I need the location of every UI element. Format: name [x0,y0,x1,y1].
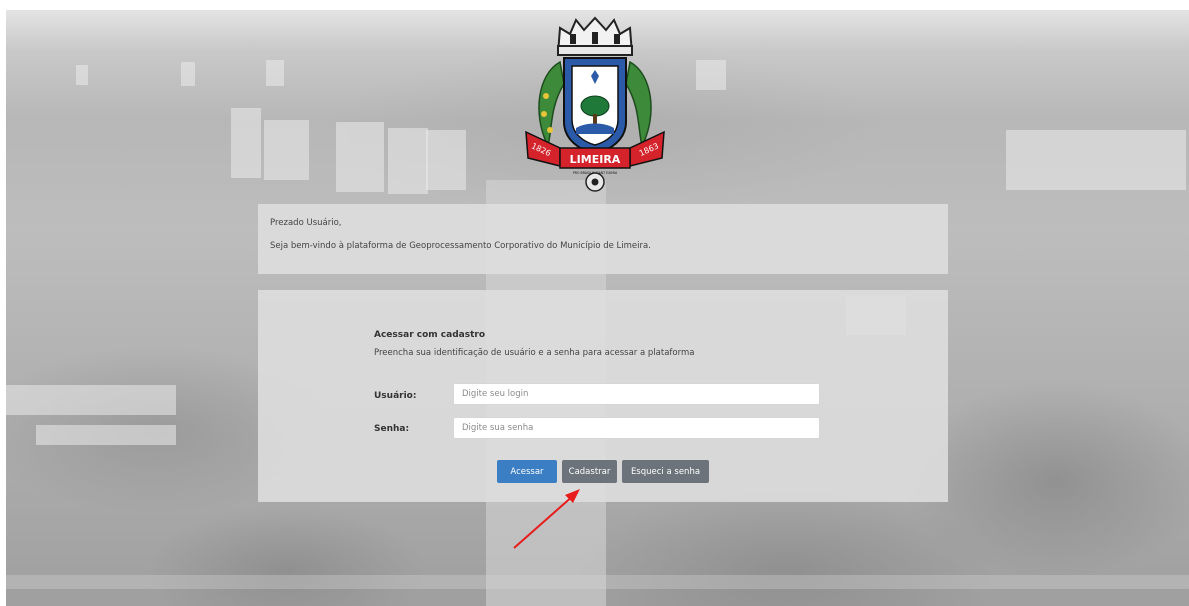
login-panel: Acessar com cadastro Preencha sua identi… [258,290,948,502]
annotation-arrow-icon [513,489,580,549]
crown-icon [556,16,634,56]
welcome-panel: Prezado Usuário, Seja bem-vindo à plataf… [258,204,948,274]
limeira-coat-of-arms-logo: LIMEIRA 1826 1863 PRO BRASILIA FIANT EXI… [525,16,665,192]
welcome-greeting: Prezado Usuário, [270,218,342,228]
username-label: Usuário: [374,391,417,401]
login-title: Acessar com cadastro [374,330,485,340]
password-label: Senha: [374,424,410,434]
register-button[interactable]: Cadastrar [562,460,617,483]
welcome-message: Seja bem-vindo à plataforma de Geoproces… [270,241,651,251]
password-input[interactable] [453,417,820,439]
forgot-password-button[interactable]: Esqueci a senha [622,460,709,483]
shield-icon [563,57,627,156]
access-button[interactable]: Acessar [497,460,557,483]
login-subtitle: Preencha sua identificação de usuário e … [374,348,695,358]
gear-icon [585,172,605,192]
logo-name-text: LIMEIRA [570,153,621,166]
username-input[interactable] [453,383,820,405]
